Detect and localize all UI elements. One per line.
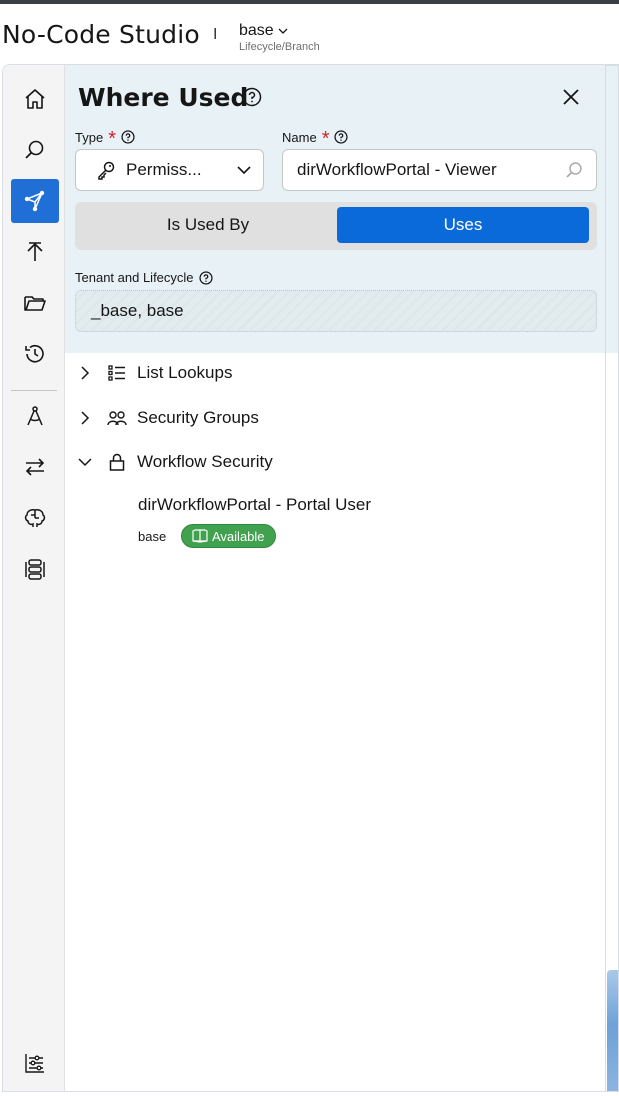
nav-design[interactable]	[11, 394, 59, 438]
name-label-text: Name	[282, 129, 317, 145]
tenant-lifecycle-field: _base, base	[75, 290, 597, 332]
tree-node-security-groups[interactable]: Security Groups	[65, 398, 605, 438]
required-asterisk: *	[321, 128, 330, 150]
tenant-label-text: Tenant and Lifecycle	[75, 270, 194, 285]
where-used-panel: Where Used Type * Name * Permiss... dirW…	[65, 65, 605, 1091]
nav-folders[interactable]	[11, 281, 59, 325]
type-label: Type *	[75, 128, 135, 150]
app-title: No-Code Studio	[2, 20, 200, 49]
help-icon	[242, 87, 262, 107]
search-icon	[566, 162, 582, 178]
right-canvas-edge	[605, 65, 618, 1091]
type-select-value: Permiss...	[126, 160, 202, 179]
book-open-icon	[192, 529, 208, 543]
tenant-lifecycle-value: _base, base	[91, 301, 184, 320]
close-icon	[563, 89, 579, 105]
name-label: Name *	[282, 128, 349, 150]
nav-where-used[interactable]	[11, 179, 59, 223]
deploy-icon	[27, 242, 43, 261]
folder-icon	[24, 296, 46, 311]
flow-icon	[25, 559, 45, 580]
branch-selector[interactable]: base	[239, 22, 289, 40]
toggle-uses[interactable]: Uses	[337, 207, 589, 243]
help-icon[interactable]	[121, 130, 135, 144]
chevron-down-icon	[237, 166, 251, 175]
brain-icon	[24, 509, 46, 527]
child-item-branch: base	[138, 529, 167, 544]
title-help-button[interactable]	[242, 87, 262, 112]
nav-search[interactable]	[11, 128, 59, 172]
name-input-value: dirWorkflowPortal - Viewer	[297, 160, 497, 179]
panel-title: Where Used	[78, 83, 249, 112]
chevron-right-icon	[81, 366, 90, 380]
tree-node-label: Security Groups	[137, 408, 259, 427]
key-icon	[98, 161, 115, 180]
nav-ai[interactable]	[11, 496, 59, 540]
tree-node-workflow-security[interactable]: Workflow Security	[65, 442, 605, 482]
history-icon	[25, 344, 44, 363]
type-select[interactable]: Permiss...	[75, 149, 264, 191]
settings-sliders-icon	[25, 1054, 44, 1073]
toggle-is-used-by[interactable]: Is Used By	[81, 207, 335, 243]
chevron-down-icon	[278, 28, 288, 34]
header-separator: I	[213, 26, 218, 43]
rail-divider	[11, 390, 57, 391]
status-badge-label: Available	[212, 528, 265, 544]
direction-toggle: Is Used By Uses	[75, 202, 597, 250]
type-label-text: Type	[75, 129, 104, 145]
name-input[interactable]: dirWorkflowPortal - Viewer	[282, 149, 597, 191]
group-icon	[107, 411, 127, 426]
help-icon[interactable]	[198, 270, 213, 285]
help-icon[interactable]	[334, 130, 349, 144]
search-icon	[25, 140, 44, 159]
tree-node-label: List Lookups	[137, 363, 233, 382]
lock-icon	[109, 453, 125, 471]
right-canvas-header	[606, 65, 618, 353]
chevron-down-icon	[78, 458, 92, 467]
nav-history[interactable]	[11, 332, 59, 376]
compass-icon	[27, 406, 43, 426]
nav-transfer[interactable]	[11, 445, 59, 489]
close-panel-button[interactable]	[557, 83, 585, 111]
required-asterisk: *	[108, 128, 116, 150]
branch-sublabel: Lifecycle/Branch	[239, 41, 320, 53]
status-badge: Available	[181, 524, 276, 548]
child-item-name[interactable]: dirWorkflowPortal - Portal User	[138, 495, 371, 515]
nav-home[interactable]	[11, 77, 59, 121]
branch-name: base	[239, 22, 274, 39]
nav-flow[interactable]	[11, 547, 59, 591]
nav-settings[interactable]	[11, 1041, 59, 1085]
tenant-label: Tenant and Lifecycle	[75, 270, 213, 285]
tree-node-label: Workflow Security	[137, 452, 273, 471]
right-canvas-graphic	[607, 970, 618, 1091]
app-header: No-Code Studio I base Lifecycle/Branch	[0, 4, 619, 64]
transfer-icon	[25, 458, 45, 476]
where-used-icon	[24, 190, 45, 212]
chevron-right-icon	[81, 411, 90, 425]
tree-node-list-lookups[interactable]: List Lookups	[65, 353, 605, 393]
nav-deploy[interactable]	[11, 230, 59, 274]
studio-frame: Where Used Type * Name * Permiss... dirW…	[2, 64, 619, 1092]
left-nav-rail	[3, 65, 65, 1091]
panel-header: Where Used Type * Name * Permiss... dirW…	[65, 65, 605, 353]
home-icon	[25, 89, 45, 109]
list-icon	[108, 365, 125, 381]
